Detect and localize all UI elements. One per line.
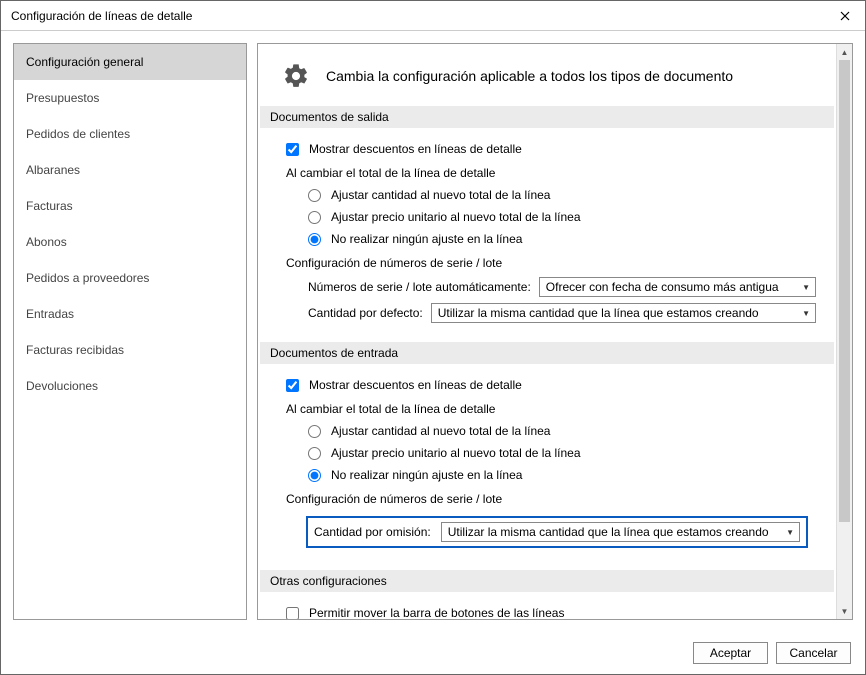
window-title: Configuración de líneas de detalle: [11, 9, 192, 23]
out-show-discounts[interactable]: Mostrar descuentos en líneas de detalle: [286, 138, 816, 160]
section-header-other: Otras configuraciones: [260, 570, 834, 592]
out-adjust-price[interactable]: Ajustar precio unitario al nuevo total d…: [286, 206, 816, 228]
in-adjust-price[interactable]: Ajustar precio unitario al nuevo total d…: [286, 442, 816, 464]
sidebar-item-label: Pedidos a proveedores: [26, 271, 149, 285]
in-show-discounts[interactable]: Mostrar descuentos en líneas de detalle: [286, 374, 816, 396]
out-adjust-qty-radio[interactable]: [308, 189, 321, 202]
scrollbar[interactable]: ▲ ▼: [836, 44, 852, 619]
sidebar-item-label: Entradas: [26, 307, 74, 321]
scroll-down-icon[interactable]: ▼: [837, 603, 852, 619]
titlebar: Configuración de líneas de detalle: [1, 1, 865, 31]
in-default-qty-dropdown[interactable]: Utilizar la misma cantidad que la línea …: [441, 522, 800, 542]
sidebar-item-label: Facturas recibidas: [26, 343, 124, 357]
dropdown-value: Ofrecer con fecha de consumo más antigua: [546, 280, 779, 294]
radio-label: No realizar ningún ajuste en la línea: [331, 466, 522, 484]
dropdown-value: Utilizar la misma cantidad que la línea …: [438, 306, 759, 320]
dialog-window: Configuración de líneas de detalle Confi…: [0, 0, 866, 675]
chevron-down-icon: ▼: [799, 309, 813, 318]
sidebar-item-pedidos-proveedores[interactable]: Pedidos a proveedores: [14, 260, 246, 296]
in-adjust-price-radio[interactable]: [308, 447, 321, 460]
in-no-adjust[interactable]: No realizar ningún ajuste en la línea: [286, 464, 816, 486]
sidebar-item-label: Albaranes: [26, 163, 80, 177]
in-adjust-qty[interactable]: Ajustar cantidad al nuevo total de la lí…: [286, 420, 816, 442]
section-header-in: Documentos de entrada: [260, 342, 834, 364]
other-move-toolbar-checkbox[interactable]: [286, 607, 299, 620]
radio-label: Ajustar precio unitario al nuevo total d…: [331, 444, 581, 462]
cancel-button[interactable]: Cancelar: [776, 642, 851, 664]
sidebar-item-label: Presupuestos: [26, 91, 99, 105]
radio-label: No realizar ningún ajuste en la línea: [331, 230, 522, 248]
chevron-down-icon: ▼: [783, 528, 797, 537]
out-no-adjust[interactable]: No realizar ningún ajuste en la línea: [286, 228, 816, 250]
checkbox-label: Mostrar descuentos en líneas de detalle: [309, 376, 522, 394]
sidebar-item-devoluciones[interactable]: Devoluciones: [14, 368, 246, 404]
page-header: Cambia la configuración aplicable a todo…: [258, 44, 836, 100]
sidebar-item-label: Abonos: [26, 235, 67, 249]
sidebar-item-label: Facturas: [26, 199, 73, 213]
in-serial-config-label: Configuración de números de serie / lote: [286, 488, 816, 510]
out-adjust-price-radio[interactable]: [308, 211, 321, 224]
out-default-qty-row: Cantidad por defecto: Utilizar la misma …: [286, 300, 816, 326]
in-show-discounts-checkbox[interactable]: [286, 379, 299, 392]
out-on-change-label: Al cambiar el total de la línea de detal…: [286, 162, 816, 184]
section-body-out: Mostrar descuentos en líneas de detalle …: [258, 136, 836, 336]
checkbox-label: Mostrar descuentos en líneas de detalle: [309, 140, 522, 158]
page-title: Cambia la configuración aplicable a todo…: [326, 68, 733, 84]
scroll-up-icon[interactable]: ▲: [837, 44, 852, 60]
section-body-other: Permitir mover la barra de botones de la…: [258, 600, 836, 619]
section-header-out: Documentos de salida: [260, 106, 834, 128]
chevron-down-icon: ▼: [799, 283, 813, 292]
radio-label: Ajustar cantidad al nuevo total de la lí…: [331, 186, 550, 204]
sidebar-item-albaranes[interactable]: Albaranes: [14, 152, 246, 188]
in-on-change-label: Al cambiar el total de la línea de detal…: [286, 398, 816, 420]
out-serial-config-label: Configuración de números de serie / lote: [286, 252, 816, 274]
content-scroll: Cambia la configuración aplicable a todo…: [258, 44, 836, 619]
close-icon[interactable]: [825, 1, 865, 31]
ok-button[interactable]: Aceptar: [693, 642, 768, 664]
other-move-toolbar[interactable]: Permitir mover la barra de botones de la…: [286, 602, 816, 619]
out-show-discounts-checkbox[interactable]: [286, 143, 299, 156]
sidebar-item-facturas-recibidas[interactable]: Facturas recibidas: [14, 332, 246, 368]
out-no-adjust-radio[interactable]: [308, 233, 321, 246]
radio-label: Ajustar cantidad al nuevo total de la lí…: [331, 422, 550, 440]
scroll-track[interactable]: [837, 60, 852, 603]
out-serial-auto-dropdown[interactable]: Ofrecer con fecha de consumo más antigua…: [539, 277, 816, 297]
in-adjust-qty-radio[interactable]: [308, 425, 321, 438]
in-no-adjust-radio[interactable]: [308, 469, 321, 482]
sidebar-item-general[interactable]: Configuración general: [14, 44, 246, 80]
dropdown-value: Utilizar la misma cantidad que la línea …: [448, 525, 769, 539]
out-serial-auto-row: Números de serie / lote automáticamente:…: [286, 274, 816, 300]
out-default-qty-label: Cantidad por defecto:: [308, 306, 423, 320]
sidebar-item-abonos[interactable]: Abonos: [14, 224, 246, 260]
in-default-qty-row: Cantidad por omisión: Utilizar la misma …: [306, 516, 808, 548]
scroll-thumb[interactable]: [839, 60, 850, 522]
sidebar-item-label: Devoluciones: [26, 379, 98, 393]
checkbox-label: Permitir mover la barra de botones de la…: [309, 604, 564, 619]
out-serial-auto-label: Números de serie / lote automáticamente:: [308, 280, 531, 294]
sidebar: Configuración general Presupuestos Pedid…: [13, 43, 247, 620]
sidebar-item-presupuestos[interactable]: Presupuestos: [14, 80, 246, 116]
sidebar-item-pedidos-clientes[interactable]: Pedidos de clientes: [14, 116, 246, 152]
sidebar-item-label: Configuración general: [26, 55, 143, 69]
sidebar-item-entradas[interactable]: Entradas: [14, 296, 246, 332]
content-panel: Cambia la configuración aplicable a todo…: [257, 43, 853, 620]
radio-label: Ajustar precio unitario al nuevo total d…: [331, 208, 581, 226]
dialog-footer: Aceptar Cancelar: [1, 632, 865, 674]
dialog-body: Configuración general Presupuestos Pedid…: [1, 31, 865, 632]
out-default-qty-dropdown[interactable]: Utilizar la misma cantidad que la línea …: [431, 303, 816, 323]
sidebar-item-facturas[interactable]: Facturas: [14, 188, 246, 224]
out-adjust-qty[interactable]: Ajustar cantidad al nuevo total de la lí…: [286, 184, 816, 206]
section-body-in: Mostrar descuentos en líneas de detalle …: [258, 372, 836, 564]
sidebar-item-label: Pedidos de clientes: [26, 127, 130, 141]
in-default-qty-label: Cantidad por omisión:: [314, 525, 431, 539]
gear-icon: [282, 62, 310, 90]
